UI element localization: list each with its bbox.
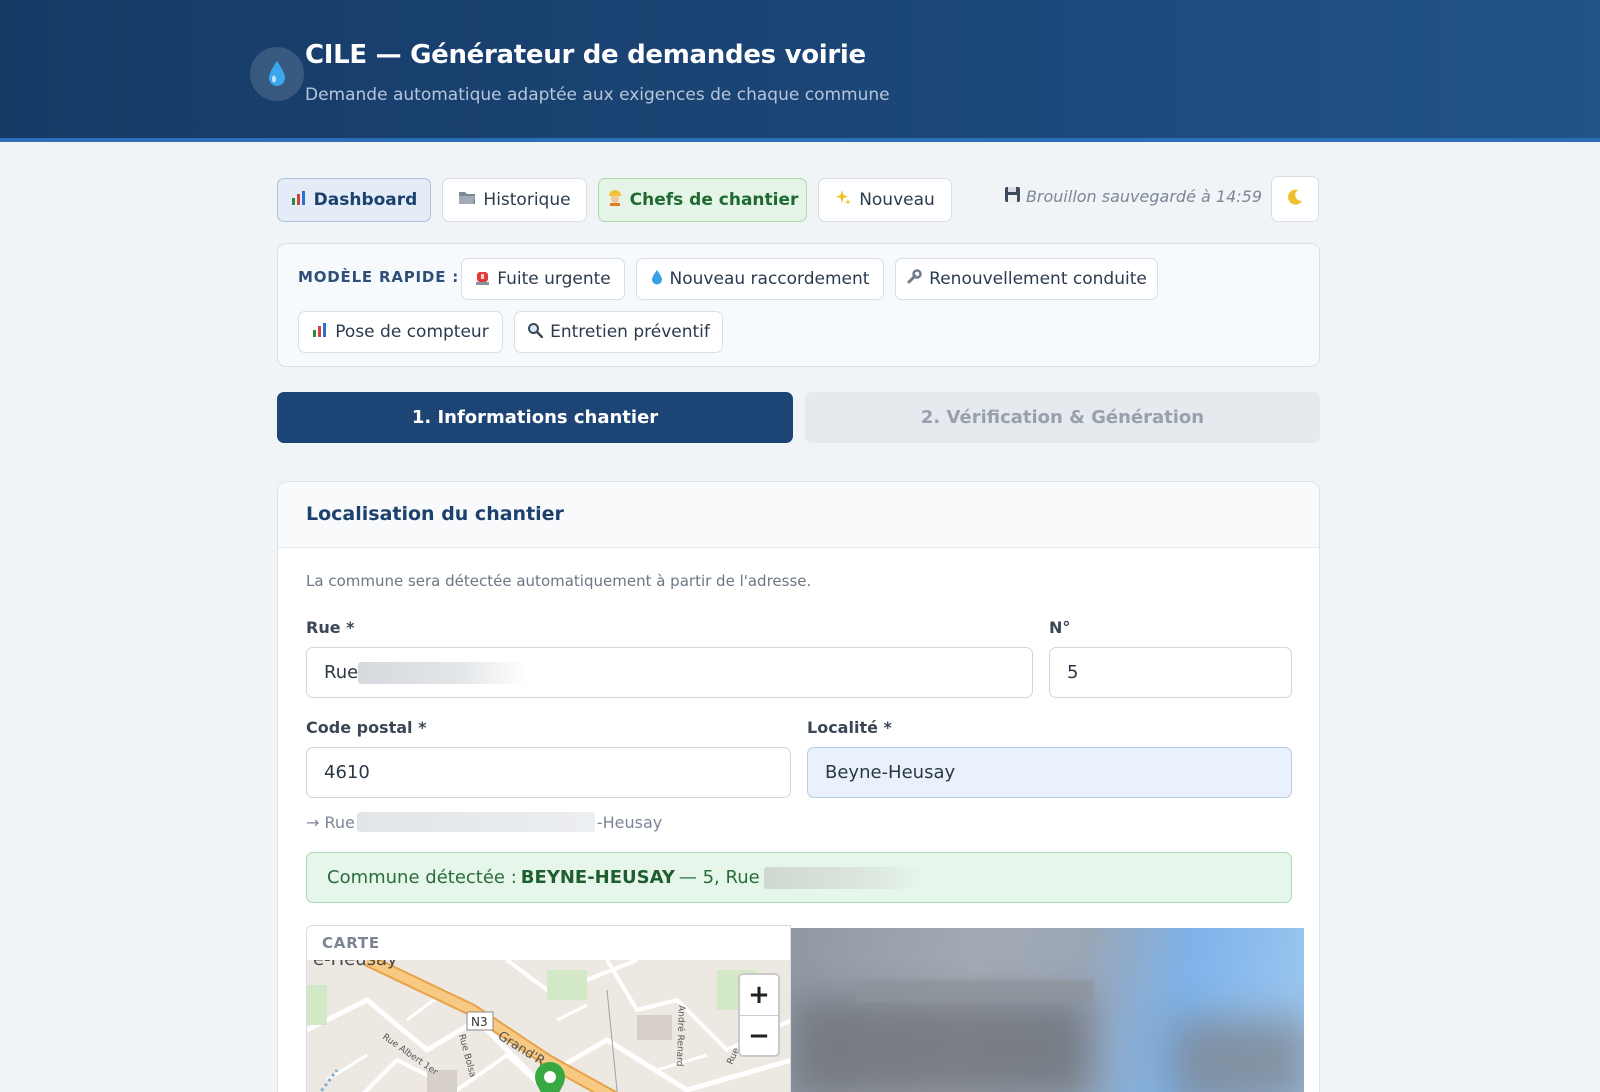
water-drop-logo bbox=[250, 47, 304, 101]
code-postal-input[interactable]: 4610 bbox=[306, 747, 791, 798]
step-2-tab[interactable]: 2. Vérification & Génération bbox=[805, 392, 1320, 443]
rue-label: Rue * bbox=[306, 618, 355, 637]
folder-icon bbox=[458, 190, 476, 210]
zoom-in-button[interactable]: + bbox=[740, 975, 778, 1015]
draft-status: Brouillon sauvegardé à 14:59 bbox=[1004, 186, 1262, 207]
quick-template-label: MODÈLE RAPIDE : bbox=[298, 268, 460, 286]
chefs-de-chantier-button[interactable]: Chefs de chantier bbox=[598, 178, 807, 222]
map-label-andre-renard: André Renard bbox=[674, 1005, 687, 1067]
template-label: Entretien préventif bbox=[550, 322, 710, 342]
nouveau-label: Nouveau bbox=[859, 190, 935, 210]
map-zoom-control: + − bbox=[738, 973, 780, 1057]
detected-commune: BEYNE-HEUSAY bbox=[520, 867, 675, 888]
redacted-street bbox=[358, 661, 529, 684]
step-1-tab[interactable]: 1. Informations chantier bbox=[277, 392, 793, 443]
redacted-address bbox=[356, 812, 595, 832]
map-label-heusay: e-Heusay bbox=[313, 960, 398, 970]
commune-hint: La commune sera détectée automatiquement… bbox=[306, 572, 812, 590]
redacted-detected-street bbox=[763, 866, 924, 889]
localite-input[interactable]: Beyne-Heusay bbox=[807, 747, 1292, 798]
dashboard-label: Dashboard bbox=[313, 190, 418, 210]
map-view[interactable]: e-Heusay N3 Grand'R Rue Albert 1er Rue B… bbox=[307, 949, 790, 1092]
street-view-redacted-label bbox=[856, 980, 1094, 1002]
draft-status-text: Brouillon sauvegardé à 14:59 bbox=[1025, 187, 1262, 206]
floppy-disk-icon bbox=[1004, 186, 1021, 207]
address-preview-suffix: -Heusay bbox=[596, 812, 663, 832]
street-view-panel[interactable] bbox=[791, 928, 1304, 1092]
moon-icon bbox=[1286, 188, 1304, 210]
siren-icon bbox=[475, 269, 490, 290]
card-header: Localisation du chantier bbox=[278, 482, 1319, 548]
bar-chart-icon bbox=[291, 190, 307, 211]
map-marker-icon[interactable] bbox=[535, 1062, 565, 1092]
historique-button[interactable]: Historique bbox=[442, 178, 587, 222]
rue-input[interactable]: Rue bbox=[306, 647, 1033, 698]
magnifier-icon bbox=[527, 322, 544, 343]
dashboard-button[interactable]: Dashboard bbox=[277, 178, 431, 222]
chefs-label: Chefs de chantier bbox=[629, 190, 799, 210]
localite-value: Beyne-Heusay bbox=[825, 762, 956, 783]
template-label: Nouveau raccordement bbox=[669, 269, 870, 289]
water-drop-icon bbox=[651, 269, 663, 290]
map-label-n3: N3 bbox=[471, 1015, 488, 1029]
template-label: Pose de compteur bbox=[335, 322, 489, 342]
detected-suffix: — 5, Rue bbox=[678, 867, 760, 888]
card-title: Localisation du chantier bbox=[306, 503, 564, 525]
nouveau-button[interactable]: Nouveau bbox=[818, 178, 952, 222]
map-panel: CARTE e-Heusay N3 Grand'R Rue Albert 1er… bbox=[306, 925, 791, 1092]
code-postal-label: Code postal * bbox=[306, 718, 427, 737]
template-label: Fuite urgente bbox=[497, 269, 611, 289]
template-renouvellement-conduite-button[interactable]: Renouvellement conduite bbox=[895, 258, 1158, 300]
address-preview-prefix: → Rue bbox=[306, 812, 355, 832]
wrench-icon bbox=[906, 268, 922, 290]
template-pose-de-compteur-button[interactable]: Pose de compteur bbox=[298, 311, 503, 353]
historique-label: Historique bbox=[483, 190, 571, 210]
localite-label: Localité * bbox=[807, 718, 892, 737]
commune-detected-alert: Commune détectée : BEYNE-HEUSAY — 5, Rue bbox=[306, 852, 1292, 903]
map-caption: CARTE bbox=[322, 934, 380, 952]
template-nouveau-raccordement-button[interactable]: Nouveau raccordement bbox=[636, 258, 884, 300]
rue-value: Rue bbox=[324, 662, 359, 683]
address-preview: → Rue -Heusay bbox=[306, 812, 662, 832]
detected-prefix: Commune détectée : bbox=[327, 867, 517, 888]
template-fuite-urgente-button[interactable]: Fuite urgente bbox=[461, 258, 625, 300]
app-header: CILE — Générateur de demandes voirie Dem… bbox=[0, 0, 1600, 142]
app-title: CILE — Générateur de demandes voirie bbox=[305, 40, 866, 70]
numero-value: 5 bbox=[1067, 662, 1079, 683]
numero-input[interactable]: 5 bbox=[1049, 647, 1292, 698]
bar-chart-icon bbox=[312, 322, 328, 343]
street-view-blur bbox=[791, 998, 1091, 1092]
street-view-blur bbox=[1171, 1018, 1304, 1092]
code-postal-value: 4610 bbox=[324, 762, 370, 783]
theme-toggle-button[interactable] bbox=[1271, 176, 1319, 222]
template-label: Renouvellement conduite bbox=[929, 269, 1147, 289]
template-entretien-preventif-button[interactable]: Entretien préventif bbox=[514, 311, 723, 353]
construction-worker-icon bbox=[607, 189, 623, 211]
app-subtitle: Demande automatique adaptée aux exigence… bbox=[305, 85, 890, 105]
sparkles-icon bbox=[835, 189, 852, 211]
zoom-out-button[interactable]: − bbox=[740, 1015, 778, 1055]
numero-label: N° bbox=[1049, 618, 1071, 637]
